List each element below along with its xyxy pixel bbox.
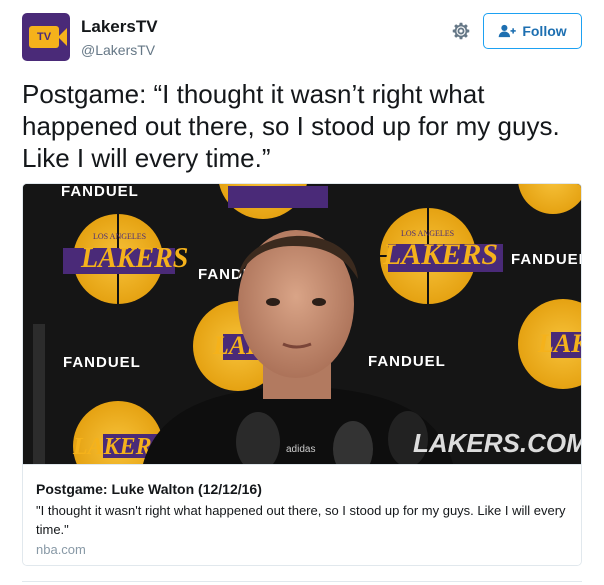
shirt-logo-text: adidas bbox=[286, 444, 315, 455]
card-domain: nba.com bbox=[36, 542, 86, 557]
card-body[interactable]: Postgame: Luke Walton (12/12/16) "I thou… bbox=[23, 464, 581, 565]
display-name[interactable]: LakersTV bbox=[81, 17, 158, 37]
tweet-text: Postgame: “I thought it wasn’t right wha… bbox=[22, 79, 560, 173]
screen-name[interactable]: @LakersTV bbox=[81, 42, 155, 58]
tweet: TV LakersTV @LakersTV Follow Postgame: “… bbox=[0, 0, 604, 585]
card-title: Postgame: Luke Walton (12/12/16) bbox=[36, 481, 262, 497]
team-city-text: LOS ANGELES bbox=[93, 232, 146, 241]
avatar-logo: TV bbox=[29, 26, 59, 48]
gear-icon[interactable] bbox=[450, 20, 472, 42]
sponsor-text: FANDUEL bbox=[61, 184, 139, 200]
follow-button[interactable]: Follow bbox=[483, 13, 582, 49]
camera-icon bbox=[58, 28, 67, 46]
avatar[interactable]: TV bbox=[22, 13, 70, 61]
team-city-text: LOS ANGELES bbox=[401, 229, 454, 238]
link-card[interactable]: LAKERS LAKERS LAKERS LAKERS LAKERS LOS A… bbox=[22, 183, 582, 566]
add-user-icon bbox=[499, 24, 517, 38]
sponsor-text: FANDUEL bbox=[368, 353, 446, 370]
divider bbox=[22, 581, 582, 582]
card-description: "I thought it wasn't right what happened… bbox=[36, 503, 566, 537]
follow-label: Follow bbox=[522, 23, 567, 39]
video-still: LAKERS LAKERS LAKERS LAKERS LAKERS LOS A… bbox=[23, 184, 581, 464]
watermark-text: LAKERS.COM bbox=[413, 428, 581, 458]
team-name-text: LAKERS bbox=[537, 329, 581, 358]
sponsor-text: FANDUEL bbox=[63, 354, 141, 371]
card-image[interactable]: LAKERS LAKERS LAKERS LAKERS LAKERS LOS A… bbox=[23, 184, 581, 464]
team-name-text: LAKERS bbox=[382, 238, 498, 271]
sponsor-text: FANDUEL bbox=[511, 251, 581, 268]
team-name-text: LAKERS bbox=[80, 243, 188, 274]
